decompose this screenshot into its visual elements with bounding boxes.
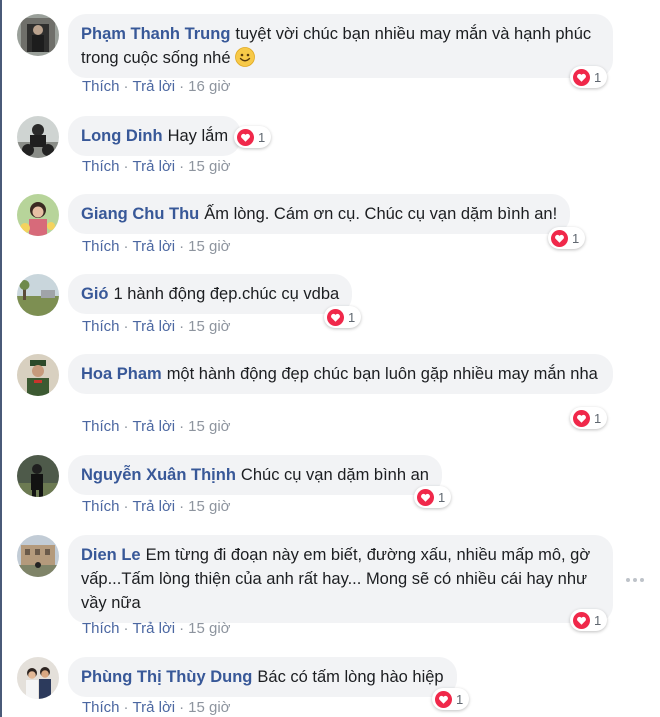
heart-reaction-icon — [417, 488, 434, 506]
reply-link[interactable]: Trả lời — [133, 699, 176, 716]
heart-reaction-icon — [573, 611, 590, 629]
comment-text: Bác có tấm lòng hào hiệp — [257, 668, 444, 686]
comment-bubble: Phạm Thanh Trung tuyệt vời chúc bạn nhiều… — [68, 14, 613, 78]
avatar[interactable] — [17, 194, 59, 236]
reaction-count[interactable]: 1 — [234, 126, 272, 148]
comment-timestamp[interactable]: 15 giờ — [188, 620, 230, 637]
comment-timestamp[interactable]: 15 giờ — [188, 318, 230, 335]
like-link[interactable]: Thích — [82, 620, 120, 637]
comment-author[interactable]: Giang Chu Thu — [81, 205, 199, 223]
avatar[interactable] — [17, 657, 59, 699]
avatar[interactable] — [17, 274, 59, 316]
comment-author[interactable]: Hoa Pham — [81, 365, 162, 383]
comment-text: một hành động đẹp chúc bạn luôn gặp nhiề… — [166, 365, 598, 383]
comment-author[interactable]: Phạm Thanh Trung — [81, 25, 230, 43]
comment-author[interactable]: Long Dinh — [81, 127, 163, 145]
comment-text: Em từng đi đoạn này em biết, đường xấu, … — [81, 546, 591, 612]
reaction-count[interactable]: 1 — [570, 66, 608, 88]
comment-bubble: Giang Chu Thu Ấm lòng. Cám ơn cụ. Chúc cụ… — [68, 194, 571, 234]
like-link[interactable]: Thích — [82, 238, 120, 255]
comment-bubble: Phùng Thị Thùy Dung Bác có tấm lòng hào h… — [68, 657, 457, 697]
comment-author[interactable]: Nguyễn Xuân Thịnh — [81, 466, 236, 484]
comment-actions: Thích · Trả lời · 16 giờ — [82, 78, 231, 95]
comment-bubble: Nguyễn Xuân Thịnh Chúc cụ vạn dặm bình an — [68, 455, 442, 495]
reaction-count[interactable]: 1 — [324, 306, 362, 328]
comment-actions: Thích · Trả lời · 15 giờ — [82, 699, 231, 716]
like-link[interactable]: Thích — [82, 418, 120, 435]
reply-link[interactable]: Trả lời — [133, 620, 176, 637]
reply-link[interactable]: Trả lời — [133, 318, 176, 335]
like-link[interactable]: Thích — [82, 498, 120, 515]
reaction-count[interactable]: 1 — [570, 407, 608, 429]
reply-link[interactable]: Trả lời — [133, 158, 176, 175]
like-link[interactable]: Thích — [82, 158, 120, 175]
avatar[interactable] — [17, 14, 59, 56]
comment-text: Hay lắm — [167, 127, 229, 145]
like-link[interactable]: Thích — [82, 78, 120, 95]
comment-actions: Thích · Trả lời · 15 giờ — [82, 620, 231, 637]
comment-author[interactable]: Phùng Thị Thùy Dung — [81, 668, 252, 686]
like-link[interactable]: Thích — [82, 699, 120, 716]
page-left-border — [0, 0, 2, 717]
avatar[interactable] — [17, 455, 59, 497]
comment-actions: Thích · Trả lời · 15 giờ — [82, 238, 231, 255]
smile-emoji-icon — [235, 47, 256, 67]
reply-link[interactable]: Trả lời — [133, 78, 176, 95]
comment-bubble: Long Dinh Hay lắm — [68, 116, 242, 156]
comment-author[interactable]: Dien Le — [81, 546, 141, 564]
avatar[interactable] — [17, 354, 59, 396]
comment-timestamp[interactable]: 16 giờ — [188, 78, 230, 95]
heart-reaction-icon — [435, 690, 452, 708]
heart-reaction-icon — [573, 68, 590, 86]
reaction-count[interactable]: 1 — [414, 486, 452, 508]
comment-timestamp[interactable]: 15 giờ — [188, 238, 230, 255]
comment-actions: Thích · Trả lời · 15 giờ — [82, 318, 231, 335]
comment-timestamp[interactable]: 15 giờ — [188, 699, 230, 716]
heart-reaction-icon — [551, 229, 568, 247]
avatar[interactable] — [17, 535, 59, 577]
reaction-count[interactable]: 1 — [570, 609, 608, 631]
heart-reaction-icon — [327, 308, 344, 326]
comment-author[interactable]: Gió — [81, 285, 109, 303]
like-link[interactable]: Thích — [82, 318, 120, 335]
comment-bubble: Gió 1 hành động đẹp.chúc cụ vdba — [68, 274, 353, 314]
comment-timestamp[interactable]: 15 giờ — [188, 158, 230, 175]
heart-reaction-icon — [573, 409, 590, 427]
reaction-count[interactable]: 1 — [432, 688, 470, 710]
comment-text: Chúc cụ vạn dặm bình an — [240, 466, 429, 484]
comment-text: Ấm lòng. Cám ơn cụ. Chúc cụ vạn dặm bình… — [204, 205, 558, 223]
more-options-icon[interactable] — [626, 578, 644, 582]
comment-bubble: Hoa Pham một hành động đẹp chúc bạn luôn … — [68, 354, 613, 394]
comment-text: 1 hành động đẹp.chúc cụ vdba — [113, 285, 340, 303]
comment-timestamp[interactable]: 15 giờ — [188, 418, 230, 435]
reaction-count[interactable]: 1 — [548, 227, 586, 249]
avatar[interactable] — [17, 116, 59, 158]
reply-link[interactable]: Trả lời — [133, 498, 176, 515]
heart-reaction-icon — [237, 128, 254, 146]
comment-actions: Thích · Trả lời · 15 giờ — [82, 158, 231, 175]
reply-link[interactable]: Trả lời — [133, 418, 176, 435]
comment-bubble: Dien Le Em từng đi đoạn này em biết, đườn… — [68, 535, 613, 623]
comment-actions: Thích · Trả lời · 15 giờ — [82, 418, 231, 435]
comment-actions: Thích · Trả lời · 15 giờ — [82, 498, 231, 515]
reply-link[interactable]: Trả lời — [133, 238, 176, 255]
comment-timestamp[interactable]: 15 giờ — [188, 498, 230, 515]
